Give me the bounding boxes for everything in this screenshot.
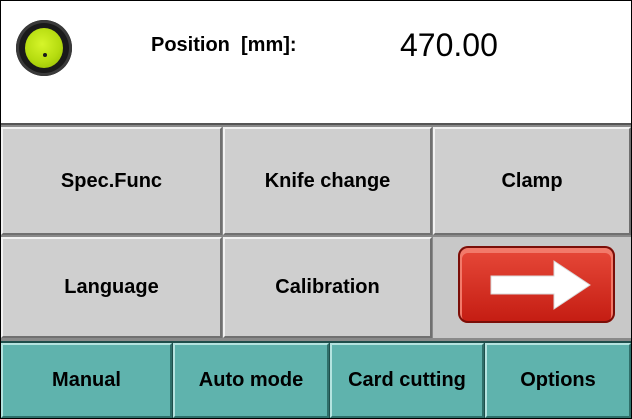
nav-card-cutting-button[interactable]: Card cutting [330,343,484,418]
position-value: 470.00 [400,27,498,63]
position-label: Position [mm]: [151,34,297,56]
nav-options-button[interactable]: Options [485,343,631,418]
next-button[interactable] [458,246,615,323]
position-header: Position [mm]: 470.00 [1,1,631,125]
status-light-icon [16,20,72,76]
knife-change-button[interactable]: Knife change [223,127,432,235]
calibration-button[interactable]: Calibration [223,237,432,338]
arrow-right-icon [490,260,591,310]
language-button[interactable]: Language [1,237,222,338]
machine-panel: Position [mm]: 470.00 Spec.Func Knife ch… [0,0,632,419]
nav-manual-button[interactable]: Manual [1,343,172,418]
spec-func-button[interactable]: Spec.Func [1,127,222,235]
clamp-button[interactable]: Clamp [433,127,631,235]
nav-auto-mode-button[interactable]: Auto mode [173,343,329,418]
